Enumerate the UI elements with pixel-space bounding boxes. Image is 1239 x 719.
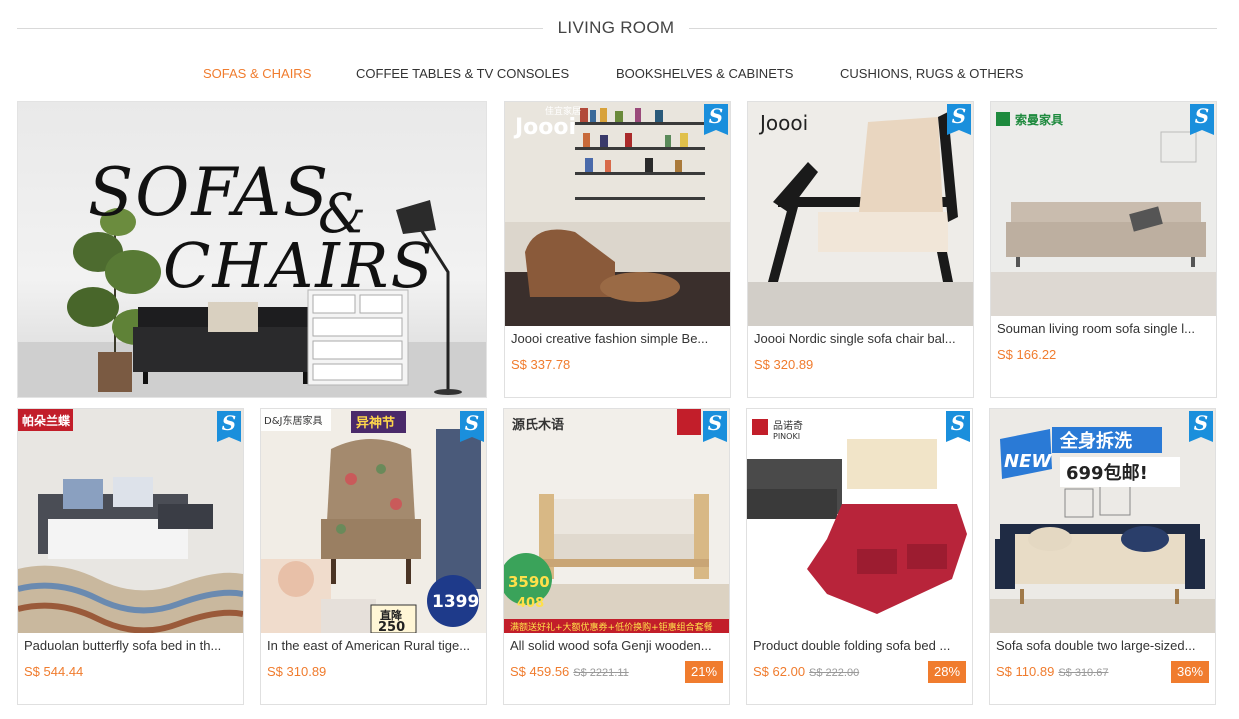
- category-tabs: SOFAS & CHAIRS COFFEE TABLES & TV CONSOL…: [0, 66, 1239, 86]
- price-row: S$ 110.89 S$ 310.67 36%: [990, 661, 1215, 684]
- product-card[interactable]: 品诺奇 PINOKI S Product double folding sofa…: [746, 408, 973, 705]
- banner-line2: CHAIRS: [163, 229, 435, 302]
- brand-logo-text: Joooi: [513, 115, 576, 140]
- product-price: S$ 310.89: [267, 664, 327, 679]
- product-card[interactable]: 索曼家具 S Souman living room sofa single l.…: [990, 101, 1217, 398]
- price-row: S$ 62.00 S$ 222.00 28%: [747, 661, 972, 684]
- promo-text: 异神节: [356, 415, 395, 431]
- tab-coffee-tables-tv-consoles[interactable]: COFFEE TABLES & TV CONSOLES: [356, 66, 569, 81]
- product-image: 品诺奇 PINOKI S: [747, 409, 972, 633]
- original-price: S$ 310.67: [1058, 667, 1109, 679]
- product-card[interactable]: Joooi 佳宜家居 S Joooi creative fashion simp…: [504, 101, 731, 398]
- product-card[interactable]: NEW 全身拆洗 699包邮! S Sofa sofa double two l…: [989, 408, 1216, 705]
- product-image: 索曼家具 S: [991, 102, 1216, 316]
- tab-cushions-rugs-others[interactable]: CUSHIONS, RUGS & OTHERS: [840, 66, 1023, 81]
- product-price: S$ 459.56: [510, 664, 570, 679]
- product-card[interactable]: 源氏木语 3590 408 满额送好礼+大额优惠券+低价换购+钜惠组合套餐 S …: [503, 408, 730, 705]
- s-badge-icon: S: [460, 411, 484, 442]
- s-badge-icon: S: [217, 411, 241, 442]
- price-row: S$ 166.22: [991, 347, 1216, 367]
- brand-logo-text: 索曼家具: [1015, 112, 1063, 127]
- divider-right: [689, 28, 1217, 29]
- product-image: D&J东居家具 异神节 直降 250 1399 S: [261, 409, 486, 633]
- brand-logo-cn: 佳宜家居: [545, 105, 581, 117]
- product-name[interactable]: Paduolan butterfly sofa bed in th...: [18, 638, 243, 654]
- product-image: 帕朵兰蝶 S: [18, 409, 243, 633]
- cabinet-image: [307, 289, 409, 386]
- product-name[interactable]: Joooi Nordic single sofa chair bal...: [748, 331, 973, 347]
- product-price: S$ 166.22: [997, 347, 1057, 362]
- promo-banner-text: 满额送好礼+大额优惠券+低价换购+钜惠组合套餐: [510, 621, 713, 633]
- section-header: LIVING ROOM: [17, 14, 1217, 44]
- product-name[interactable]: Joooi creative fashion simple Be...: [505, 331, 730, 347]
- product-card[interactable]: 帕朵兰蝶 S Paduolan butterfly sofa bed in th…: [17, 408, 244, 705]
- product-image: Joooi S: [748, 102, 973, 326]
- brand-logo-text: 品诺奇: [773, 419, 803, 432]
- category-banner[interactable]: SOFAS & CHAIRS: [17, 101, 487, 398]
- discount-badge: 36%: [1171, 661, 1209, 683]
- promo-price: 3590: [508, 573, 550, 591]
- product-price: S$ 62.00: [753, 664, 806, 679]
- promo-sub-value: 408: [517, 596, 544, 611]
- s-badge-icon: S: [704, 104, 728, 135]
- price-row: S$ 310.89: [261, 664, 486, 684]
- s-badge-icon: S: [947, 104, 971, 135]
- promo-sub-text: 699包邮!: [1066, 462, 1148, 484]
- promo-price: 1399: [432, 592, 479, 612]
- original-price: S$ 222.00: [809, 667, 860, 679]
- s-badge-icon: S: [946, 411, 970, 442]
- product-image: 源氏木语 3590 408 满额送好礼+大额优惠券+低价换购+钜惠组合套餐 S: [504, 409, 729, 633]
- drop-value: 250: [378, 620, 405, 633]
- tab-sofas-chairs[interactable]: SOFAS & CHAIRS: [203, 66, 311, 81]
- product-image: Joooi 佳宜家居 S: [505, 102, 730, 326]
- product-name[interactable]: Sofa sofa double two large-sized...: [990, 638, 1215, 654]
- section-title: LIVING ROOM: [557, 18, 675, 37]
- divider-left: [17, 28, 543, 29]
- s-badge-icon: S: [1189, 411, 1213, 442]
- discount-badge: 28%: [928, 661, 966, 683]
- sofa-image: [133, 302, 318, 384]
- product-name[interactable]: Souman living room sofa single l...: [991, 321, 1216, 337]
- price-row: S$ 544.44: [18, 664, 243, 684]
- product-name[interactable]: In the east of American Rural tige...: [261, 638, 486, 654]
- original-price: S$ 2221.11: [573, 667, 629, 679]
- discount-badge: 21%: [685, 661, 723, 683]
- price-row: S$ 337.78: [505, 357, 730, 377]
- product-card[interactable]: D&J东居家具 异神节 直降 250 1399 S In the east of…: [260, 408, 487, 705]
- product-price: S$ 544.44: [24, 664, 84, 679]
- banner-line1: SOFAS: [88, 154, 330, 231]
- product-price: S$ 110.89: [996, 664, 1055, 679]
- brand-logo-text: Joooi: [758, 111, 808, 135]
- brand-logo-text: 帕朵兰蝶: [22, 413, 71, 428]
- product-card[interactable]: Joooi S Joooi Nordic single sofa chair b…: [747, 101, 974, 398]
- new-label: NEW: [1004, 451, 1052, 472]
- brand-logo-text: D&J东居家具: [264, 414, 322, 427]
- product-name[interactable]: All solid wood sofa Genji wooden...: [504, 638, 729, 654]
- promo-text: 全身拆洗: [1059, 430, 1132, 452]
- price-row: S$ 320.89: [748, 357, 973, 377]
- brand-logo-text: 源氏木语: [512, 417, 564, 433]
- price-row: S$ 459.56 S$ 2221.11 21%: [504, 661, 729, 684]
- s-badge-icon: S: [703, 411, 727, 442]
- brand-logo-en: PINOKI: [773, 432, 800, 441]
- product-name[interactable]: Product double folding sofa bed ...: [747, 638, 972, 654]
- product-price: S$ 320.89: [754, 357, 814, 372]
- product-price: S$ 337.78: [511, 357, 571, 372]
- product-image: NEW 全身拆洗 699包邮! S: [990, 409, 1215, 633]
- tab-bookshelves-cabinets[interactable]: BOOKSHELVES & CABINETS: [616, 66, 793, 81]
- s-badge-icon: S: [1190, 104, 1214, 135]
